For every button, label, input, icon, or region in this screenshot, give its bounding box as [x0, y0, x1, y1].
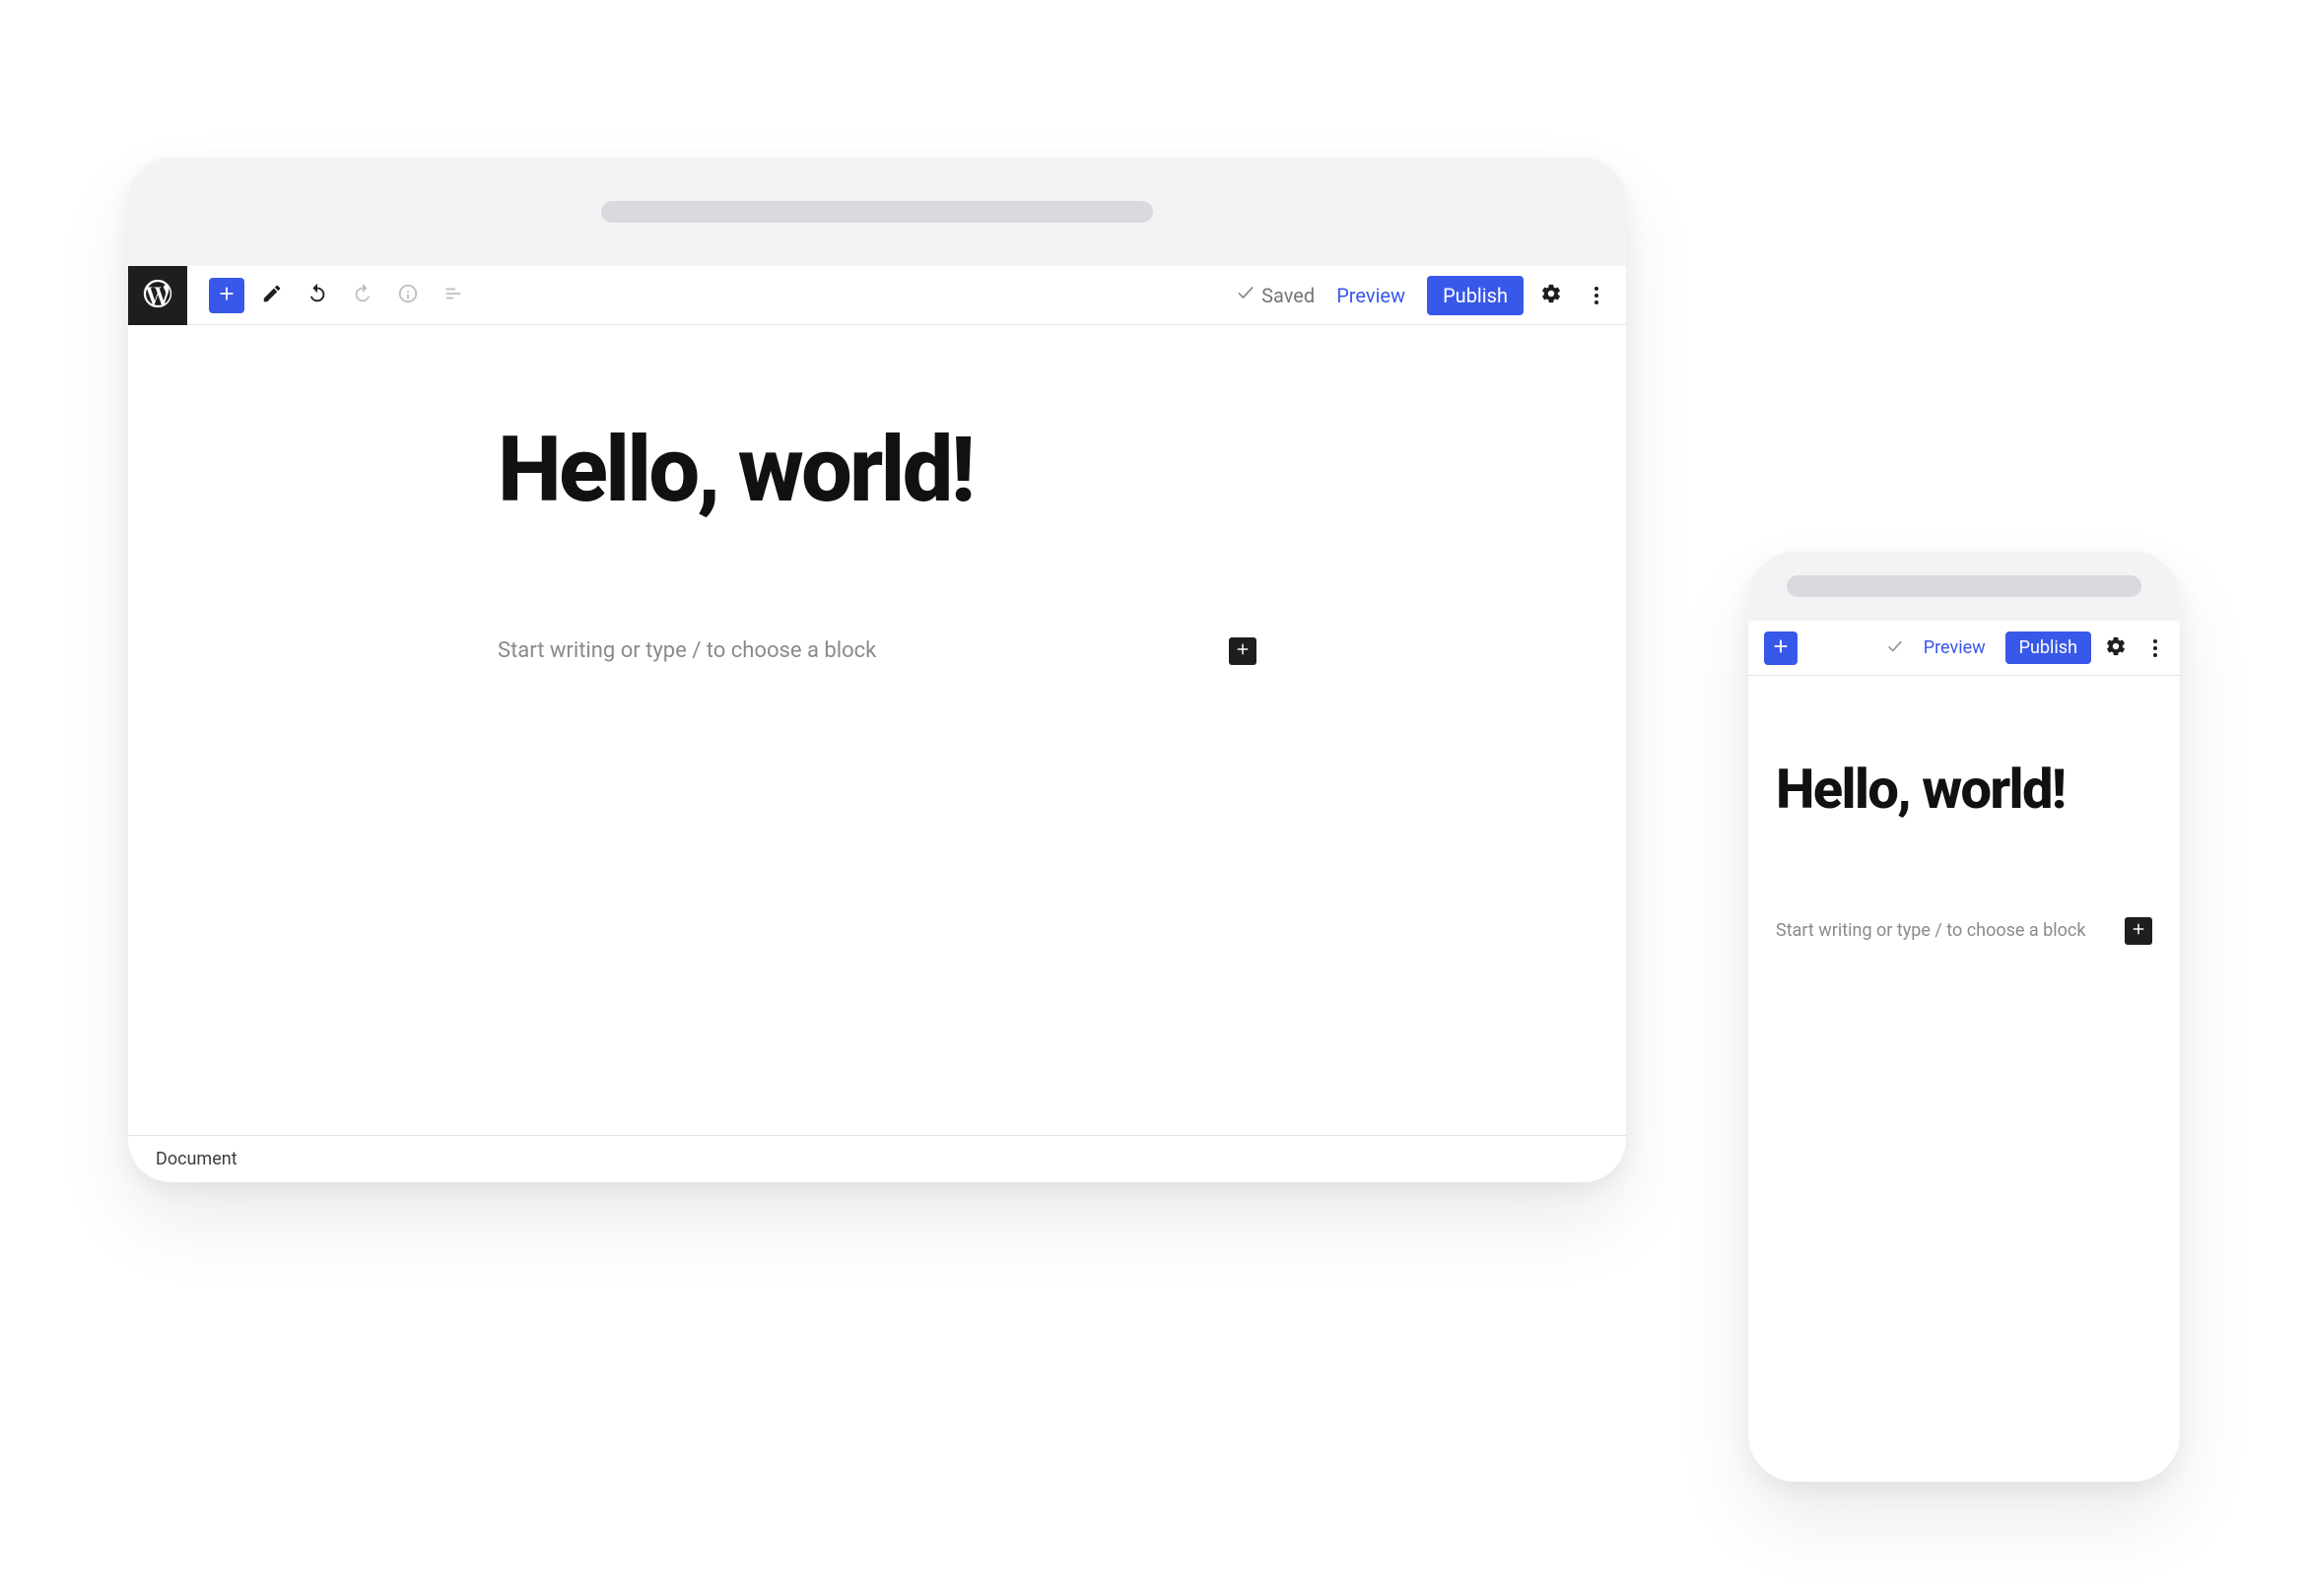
list-view-button[interactable] [436, 278, 471, 313]
settings-button[interactable] [1533, 278, 1569, 313]
block-breadcrumb-bar: Document [128, 1135, 1626, 1182]
appender-add-button[interactable] [2125, 917, 2152, 945]
tools-toggle-button[interactable] [254, 278, 290, 313]
undo-icon [306, 283, 328, 308]
site-home-button[interactable] [128, 266, 187, 325]
appender-add-button[interactable] [1229, 637, 1256, 665]
save-status [1886, 636, 1904, 660]
editor-toolbar: Saved Preview Publish [128, 266, 1626, 325]
post-title-input[interactable]: Hello, world! [498, 424, 1256, 519]
publish-label: Publish [2019, 637, 2077, 658]
appender-placeholder: Start writing or type / to choose a bloc… [498, 638, 876, 663]
mobile-device-frame: Preview Publish Hello, world! Start wr [1748, 552, 2180, 1482]
breadcrumb-root[interactable]: Document [156, 1149, 237, 1169]
gear-icon [2105, 635, 2127, 661]
publish-button[interactable]: Publish [2005, 632, 2091, 664]
plus-icon [1770, 635, 1792, 661]
document-outline-icon [442, 283, 464, 308]
post-title-input[interactable]: Hello, world! [1776, 761, 2152, 819]
more-menu-button[interactable] [2140, 631, 2170, 666]
more-vertical-icon [2153, 639, 2157, 643]
default-block-appender[interactable]: Start writing or type / to choose a bloc… [498, 637, 1256, 665]
post-content: Hello, world! Start writing or type / to… [498, 424, 1256, 665]
editor-toolbar: Preview Publish [1748, 621, 2180, 676]
block-inserter-button[interactable] [1764, 632, 1797, 665]
desktop-device-frame: Saved Preview Publish Hello, world! [128, 158, 1626, 1182]
mobile-editor-screen: Preview Publish Hello, world! Start wr [1748, 621, 2180, 1482]
pencil-icon [261, 283, 283, 308]
appender-placeholder: Start writing or type / to choose a bloc… [1776, 920, 2085, 941]
desktop-editor-screen: Saved Preview Publish Hello, world! [128, 266, 1626, 1182]
save-status: Saved [1236, 283, 1315, 307]
settings-button[interactable] [2101, 631, 2131, 666]
check-icon [1886, 636, 1904, 660]
redo-button[interactable] [345, 278, 380, 313]
editor-canvas: Hello, world! Start writing or type / to… [128, 325, 1626, 665]
publish-label: Publish [1443, 284, 1508, 307]
plus-icon [1234, 640, 1252, 662]
wordpress-logo-icon [141, 277, 174, 314]
preview-label: Preview [1924, 637, 1986, 658]
gear-icon [1540, 283, 1562, 308]
mobile-browser-chrome [1748, 552, 2180, 621]
more-menu-button[interactable] [1579, 278, 1614, 313]
plus-icon [2130, 920, 2147, 942]
info-icon [397, 283, 419, 308]
block-inserter-button[interactable] [209, 278, 244, 313]
preview-button[interactable]: Preview [1914, 637, 1996, 658]
preview-label: Preview [1336, 284, 1405, 307]
editor-canvas: Hello, world! Start writing or type / to… [1748, 676, 2180, 945]
details-button[interactable] [390, 278, 426, 313]
post-content: Hello, world! Start writing or type / to… [1776, 761, 2152, 945]
default-block-appender[interactable]: Start writing or type / to choose a bloc… [1776, 917, 2152, 945]
address-bar-placeholder [1787, 575, 2141, 597]
more-vertical-icon [1594, 287, 1598, 291]
check-icon [1236, 283, 1255, 307]
address-bar-placeholder [601, 201, 1153, 223]
undo-button[interactable] [300, 278, 335, 313]
redo-icon [352, 283, 373, 308]
publish-button[interactable]: Publish [1427, 276, 1524, 315]
desktop-browser-chrome [128, 158, 1626, 266]
plus-icon [216, 283, 237, 308]
preview-button[interactable]: Preview [1324, 284, 1417, 307]
save-status-label: Saved [1261, 284, 1315, 307]
